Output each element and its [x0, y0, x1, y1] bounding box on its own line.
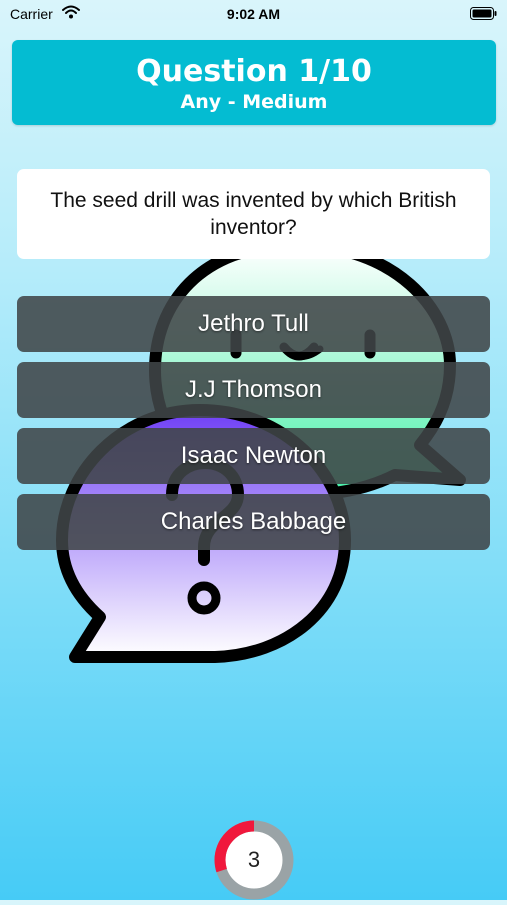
- answer-button-2[interactable]: J.J Thomson: [17, 362, 490, 418]
- question-card: The seed drill was invented by which Bri…: [17, 169, 490, 259]
- status-bar: Carrier 9:02 AM: [0, 0, 507, 28]
- status-time: 9:02 AM: [226, 6, 281, 22]
- answer-button-3[interactable]: Isaac Newton: [17, 428, 490, 484]
- answer-button-4[interactable]: Charles Babbage: [17, 494, 490, 550]
- category-difficulty: Any - Medium: [180, 91, 328, 113]
- question-counter: Question 1/10: [136, 54, 372, 89]
- battery-icon: [470, 7, 497, 20]
- timer-value: 3: [247, 847, 261, 872]
- question-text: The seed drill was invented by which Bri…: [50, 189, 457, 239]
- answer-label: Charles Babbage: [160, 508, 347, 535]
- question-header: Question 1/10 Any - Medium: [12, 40, 496, 125]
- countdown-timer: 3: [214, 820, 294, 900]
- answer-label: J.J Thomson: [185, 376, 322, 403]
- answer-label: Jethro Tull: [198, 310, 309, 337]
- answer-label: Isaac Newton: [180, 442, 327, 469]
- answer-button-1[interactable]: Jethro Tull: [17, 296, 490, 352]
